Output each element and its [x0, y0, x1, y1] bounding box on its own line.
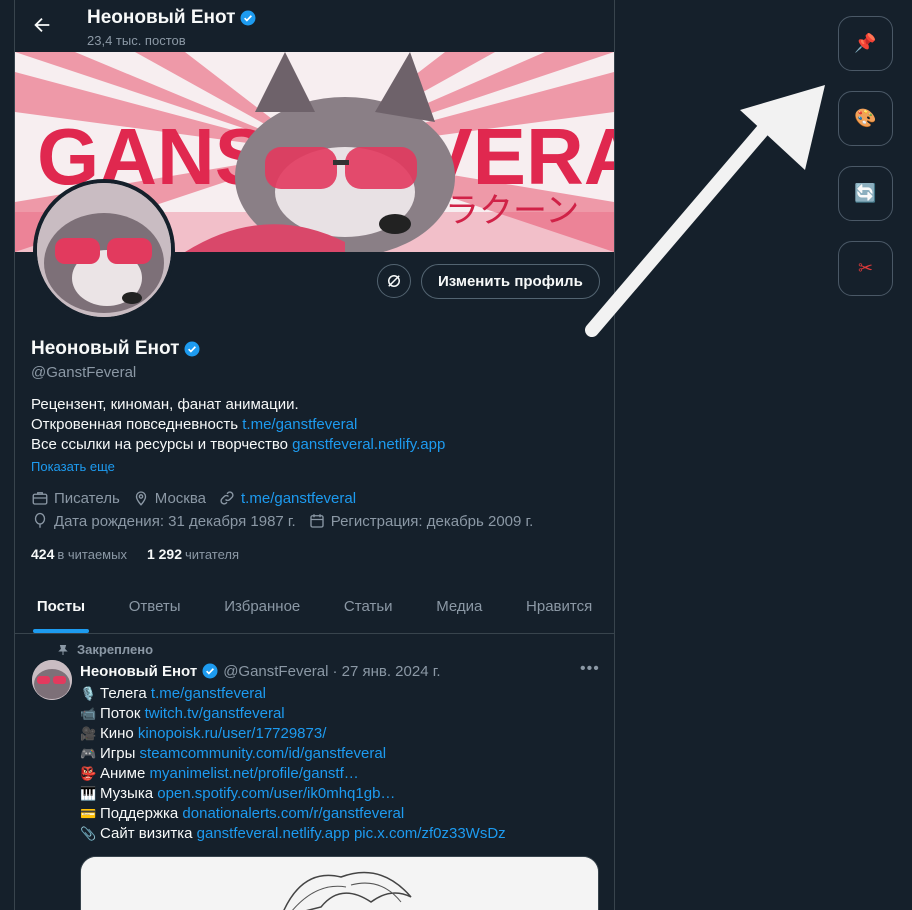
post-media-image[interactable] — [80, 856, 599, 910]
profile-birthday: Дата рождения: 31 декабря 1987 г. — [54, 512, 296, 530]
paperclip-icon: 📎 — [80, 826, 97, 841]
verified-badge-icon — [240, 10, 256, 26]
piano-icon: 🎹 — [80, 786, 97, 801]
edit-profile-button[interactable]: Изменить профиль — [421, 264, 600, 299]
camera-icon: 📹 — [80, 706, 97, 721]
balloon-icon — [34, 512, 46, 528]
post-line: 🎥 Кино kinopoisk.ru/user/17729873/ — [80, 725, 327, 742]
top-bar: Неоновый Енот 23,4 тыс. постов — [15, 0, 614, 52]
post-line: 🎮 Игры steamcommunity.com/id/ganstfeveral — [80, 745, 387, 762]
followers-link[interactable]: 1 292 читателя — [147, 546, 239, 562]
banner-subtext: ラクーン — [445, 191, 579, 231]
posts-count: 23,4 тыс. постов — [87, 33, 186, 48]
movie-camera-icon: 🎥 — [80, 726, 97, 741]
rotate-icon — [388, 275, 400, 287]
tab-posts[interactable]: Посты — [15, 586, 107, 633]
microphone-icon: 🎙️ — [80, 686, 97, 701]
header-name: Неоновый Енот — [87, 7, 257, 29]
tab-articles[interactable]: Статьи — [322, 586, 414, 633]
tab-highlights[interactable]: Избранное — [202, 586, 322, 633]
gamepad-icon: 🎮 — [80, 746, 97, 761]
bio-website-link[interactable]: ganstfeveral.netlify.app — [292, 436, 445, 453]
post-date[interactable]: · 27 янв. 2024 г. — [332, 663, 440, 680]
post-line: 💳 Поддержка donationalerts.com/r/ganstfev… — [80, 805, 405, 822]
post-line: 👺 Аниме myanimelist.net/profile/ganstf… — [80, 765, 359, 782]
profile-handle: @GanstFeveral — [31, 364, 137, 381]
location-pin-icon — [135, 491, 146, 506]
tab-replies[interactable]: Ответы — [107, 586, 203, 633]
profile-meta-row-2: Дата рождения: 31 декабря 1987 г. Регист… — [31, 512, 533, 530]
post-line: 🎙️ Телега t.me/ganstfeveral — [80, 685, 266, 702]
profile-location: Москва — [154, 489, 207, 507]
following-link[interactable]: 424 в читаемых — [31, 546, 127, 562]
calendar-icon — [310, 514, 324, 528]
show-more-link[interactable]: Показать еще — [31, 459, 115, 474]
briefcase-icon — [32, 492, 48, 505]
profile-name: Неоновый Енот — [31, 338, 201, 360]
post-text: 🎙️ Телега t.me/ganstfeveral 📹 Поток twitch… — [80, 684, 506, 844]
credit-card-icon: 💳 — [80, 806, 97, 821]
scissors-icon[interactable]: ✂ — [838, 241, 893, 296]
pinned-label: Закреплено — [57, 642, 153, 657]
profile-meta-row: Писатель Москва t.me/ganstfeveral — [31, 489, 356, 507]
profile-joined: Регистрация: декабрь 2009 г. — [330, 512, 534, 530]
back-arrow-icon[interactable] — [31, 14, 55, 38]
annotation-arrow — [580, 80, 830, 340]
follow-settings-button[interactable] — [377, 264, 411, 298]
refresh-icon[interactable]: 🔄 — [838, 166, 893, 221]
tab-media[interactable]: Медиа — [414, 586, 504, 633]
palette-icon[interactable]: 🎨 — [838, 91, 893, 146]
profile-tabs: Посты Ответы Избранное Статьи Медиа Нрав… — [15, 586, 614, 634]
profile-column: Неоновый Енот 23,4 тыс. постов GANSTFEVE… — [14, 0, 615, 910]
post-line: 📹 Поток twitch.tv/ganstfeveral — [80, 705, 285, 722]
profile-job: Писатель — [54, 489, 120, 507]
pin-icon — [58, 644, 68, 655]
follow-stats: 424 в читаемых 1 292 читателя — [31, 546, 239, 562]
goblin-mask-icon: 👺 — [80, 766, 97, 781]
bio-telegram-link[interactable]: t.me/ganstfeveral — [242, 416, 357, 433]
tab-likes[interactable]: Нравится — [504, 586, 614, 633]
pushpin-icon[interactable]: 📌 — [838, 16, 893, 71]
post-line: 📎 Сайт визитка ganstfeveral.netlify.app p… — [80, 825, 506, 842]
profile-avatar[interactable] — [33, 179, 175, 321]
verified-badge-icon — [202, 663, 218, 679]
link-icon — [220, 491, 234, 505]
verified-badge-icon — [184, 341, 200, 357]
profile-bio: Рецензент, киноман, фанат анимации. Откр… — [31, 396, 446, 453]
post-author-name[interactable]: Неоновый Енот — [80, 663, 197, 680]
more-options-icon[interactable]: ••• — [580, 660, 600, 678]
post-header: Неоновый Енот @GanstFeveral · 27 янв. 20… — [80, 662, 441, 680]
post-line: 🎹 Музыка open.spotify.com/user/ik0mhq1gb… — [80, 785, 396, 802]
post-author-handle[interactable]: @GanstFeveral — [223, 663, 328, 680]
post-author-avatar[interactable] — [32, 660, 72, 700]
profile-website-link[interactable]: t.me/ganstfeveral — [241, 490, 356, 507]
